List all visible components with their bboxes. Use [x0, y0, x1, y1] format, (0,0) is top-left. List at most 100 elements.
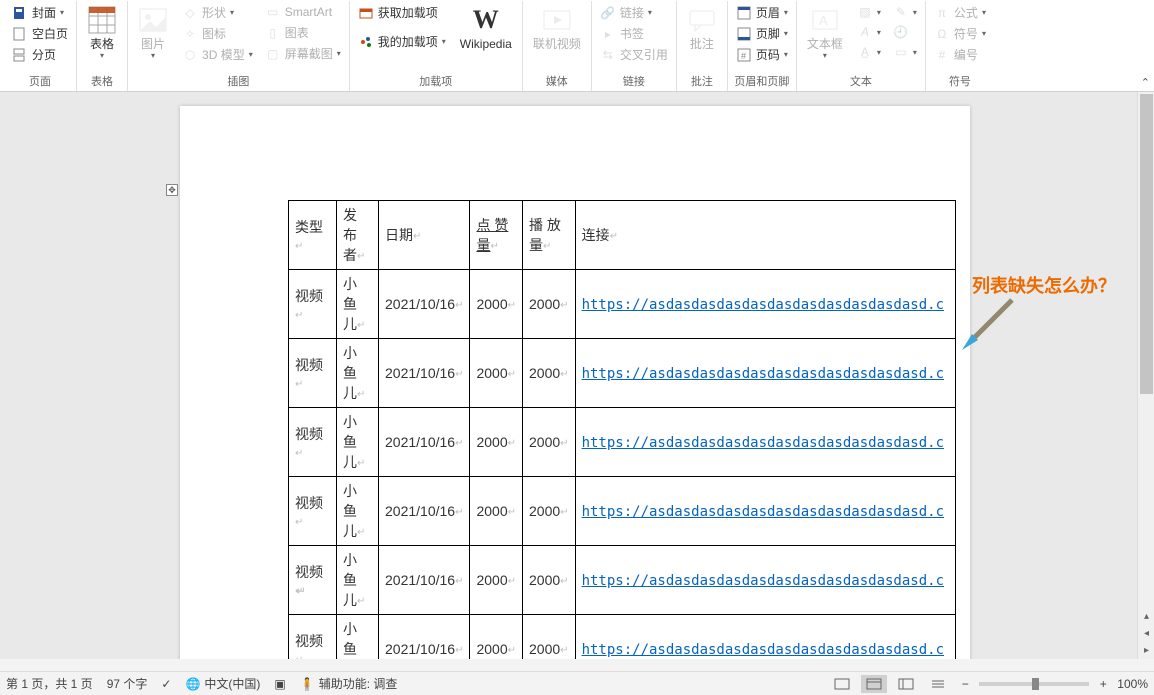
zoom-percent[interactable]: 100%	[1117, 677, 1148, 691]
footer-button[interactable]: 页脚 ▾	[732, 24, 792, 43]
sigline-button[interactable]: ✎▾	[889, 3, 921, 21]
table-row[interactable]: 视频↵小 鱼儿↵2021/10/16↵2000↵2000↵https://asd…	[289, 477, 956, 546]
zoom-out-button[interactable]: −	[957, 677, 973, 691]
wordart-button[interactable]: A▾	[853, 23, 885, 41]
number-button[interactable]: # 编号	[930, 45, 990, 64]
cover-page-button[interactable]: 封面 ▾	[8, 3, 72, 22]
screenshot-button[interactable]: ▢ 屏幕截图 ▾	[261, 44, 345, 63]
status-a11y[interactable]: 🧍辅助功能: 调查	[300, 675, 398, 692]
cell-url-link[interactable]: https://asdasdasdasdasdasdasdasdasdasdas…	[582, 366, 944, 382]
ribbon: 封面 ▾ 空白页 分页 页面 表格 ▾ 表格	[0, 0, 1154, 92]
cell-url-link[interactable]: https://asdasdasdasdasdasdasdasdasdasdas…	[582, 435, 944, 451]
data-table[interactable]: 类型↵ 发 布者↵ 日期↵ 点 赞量↵ 播 放量↵ 连接↵ 视频↵小 鱼儿↵20…	[288, 200, 956, 659]
zoom-slider[interactable]	[979, 682, 1089, 686]
crossref-button[interactable]: ⇆ 交叉引用	[596, 45, 672, 64]
scrollbar-thumb[interactable]	[1140, 94, 1153, 394]
status-bar: 第 1 页，共 1 页 97 个字 ✓ 🌐中文(中国) ▣ 🧍辅助功能: 调查 …	[0, 671, 1154, 695]
zoom-in-button[interactable]: +	[1095, 677, 1111, 691]
view-print-button[interactable]	[861, 675, 887, 693]
cube-icon: ⬡	[182, 47, 198, 63]
get-addins-button[interactable]: 获取加载项	[354, 3, 450, 22]
status-words[interactable]: 97 个字	[107, 675, 148, 692]
group-links: 🔗 链接 ▾ ▸ 书签 ⇆ 交叉引用 链接	[592, 1, 677, 91]
shapes-button[interactable]: ◇ 形状 ▾	[178, 3, 257, 22]
view-outline-button[interactable]	[925, 675, 951, 693]
group-links-label: 链接	[623, 72, 645, 89]
page-number-button[interactable]: # 页码 ▾	[732, 45, 792, 64]
picture-button[interactable]: 图片 ▾	[132, 3, 174, 62]
symbol-button[interactable]: Ω 符号 ▾	[930, 24, 990, 43]
footer-label: 页脚	[756, 25, 780, 42]
equation-button[interactable]: π 公式 ▾	[930, 3, 990, 22]
group-media: 联机视频 媒体	[523, 1, 592, 91]
ribbon-collapse-button[interactable]: ⌃	[1141, 76, 1150, 89]
wikipedia-button[interactable]: W Wikipedia	[454, 3, 518, 53]
smartart-button[interactable]: ▭ SmartArt	[261, 3, 345, 21]
page-number-label: 页码	[756, 46, 780, 63]
header-button[interactable]: 页眉 ▾	[732, 3, 792, 22]
bookmark-button[interactable]: ▸ 书签	[596, 24, 672, 43]
cell-date: 2021/10/16	[385, 365, 455, 381]
crossref-icon: ⇆	[600, 47, 616, 63]
comment-button[interactable]: 批注	[681, 3, 723, 53]
link-button[interactable]: 🔗 链接 ▾	[596, 3, 672, 22]
group-headerfooter: 页眉 ▾ 页脚 ▾ # 页码 ▾ 页眉和页脚	[728, 1, 797, 91]
group-pages-label: 页面	[29, 72, 51, 89]
view-web-button[interactable]	[893, 675, 919, 693]
store-icon	[358, 5, 374, 21]
language-icon: 🌐	[185, 677, 200, 691]
page-break-button[interactable]: 分页	[8, 45, 72, 64]
textbox-icon: A	[810, 5, 840, 35]
chart-button[interactable]: ▯ 图表	[261, 23, 345, 42]
cell-url-link[interactable]: https://asdasdasdasdasdasdasdasdasdasdas…	[582, 297, 944, 313]
page[interactable]: ✥ 类型↵ 发 布者↵ 日期↵ 点 赞量↵ 播 放量↵ 连接↵ 视频↵小 鱼儿↵…	[180, 106, 970, 659]
video-icon	[542, 5, 572, 35]
chevron-down-icon: ▾	[982, 8, 986, 17]
vertical-scrollbar[interactable]: ▴ ◂ ▸	[1137, 92, 1154, 659]
status-macro[interactable]: ▣	[274, 677, 285, 691]
quickparts-button[interactable]: ▧▾	[853, 3, 885, 21]
table-row[interactable]: 视频↵小 鱼儿↵2021/10/16↵2000↵2000↵https://asd…	[289, 339, 956, 408]
status-proofing[interactable]: ✓	[161, 677, 171, 691]
comment-label: 批注	[690, 37, 714, 51]
cell-likes: 2000	[476, 296, 507, 312]
chevron-down-icon: ▾	[60, 8, 64, 17]
zoom-thumb[interactable]	[1032, 678, 1039, 690]
table-anchor-icon[interactable]: ✥	[166, 184, 178, 196]
status-language[interactable]: 🌐中文(中国)	[185, 675, 260, 692]
blank-page-button[interactable]: 空白页	[8, 24, 72, 43]
scroll-next-icon[interactable]: ▸	[1138, 642, 1154, 659]
object-button[interactable]: ▭▾	[889, 43, 921, 61]
comment-icon	[687, 5, 717, 35]
table-row[interactable]: 视频↵小 鱼儿↵2021/10/16↵2000↵2000↵https://asd…	[289, 546, 956, 615]
datetime-icon: 🕘	[893, 24, 909, 40]
chevron-down-icon: ▾	[784, 29, 788, 38]
status-page[interactable]: 第 1 页，共 1 页	[6, 675, 93, 692]
datetime-button[interactable]: 🕘	[889, 23, 921, 41]
symbol-label: 符号	[954, 25, 978, 42]
group-symbols: π 公式 ▾ Ω 符号 ▾ # 编号 符号	[926, 1, 994, 91]
3d-model-button[interactable]: ⬡ 3D 模型 ▾	[178, 45, 257, 64]
table-row[interactable]: 视频↵小 鱼儿↵2021/10/16↵2000↵2000↵https://asd…	[289, 408, 956, 477]
cell-url-link[interactable]: https://asdasdasdasdasdasdasdasdasdasdas…	[582, 504, 944, 520]
cell-url-link[interactable]: https://asdasdasdasdasdasdasdasdasdasdas…	[582, 642, 944, 658]
scroll-prev-icon[interactable]: ◂	[1138, 625, 1154, 642]
cell-url-link[interactable]: https://asdasdasdasdasdasdasdasdasdasdas…	[582, 573, 944, 589]
table-button[interactable]: 表格 ▾	[81, 3, 123, 62]
my-addins-button[interactable]: 我的加载项 ▾	[354, 32, 450, 51]
scroll-up-icon[interactable]: ▴	[1138, 608, 1154, 625]
table-row[interactable]: 视频↵小 鱼儿↵2021/10/16↵2000↵2000↵https://asd…	[289, 615, 956, 660]
dropcap-button[interactable]: A̲▾	[853, 43, 885, 61]
icons-button[interactable]: ✧ 图标	[178, 24, 257, 43]
wikipedia-icon: W	[471, 5, 501, 35]
page-number-icon: #	[736, 47, 752, 63]
dropcap-icon: A̲	[857, 44, 873, 60]
quickparts-icon: ▧	[857, 4, 873, 20]
view-focus-button[interactable]	[829, 675, 855, 693]
cell-date: 2021/10/16	[385, 296, 455, 312]
table-row[interactable]: 视频↵小 鱼儿↵2021/10/16↵2000↵2000↵https://asd…	[289, 270, 956, 339]
textbox-button[interactable]: A 文本框 ▾	[801, 3, 849, 62]
paragraph-mark: ↵	[296, 584, 306, 598]
online-video-button[interactable]: 联机视频	[527, 3, 587, 53]
chevron-down-icon: ▾	[442, 37, 446, 46]
